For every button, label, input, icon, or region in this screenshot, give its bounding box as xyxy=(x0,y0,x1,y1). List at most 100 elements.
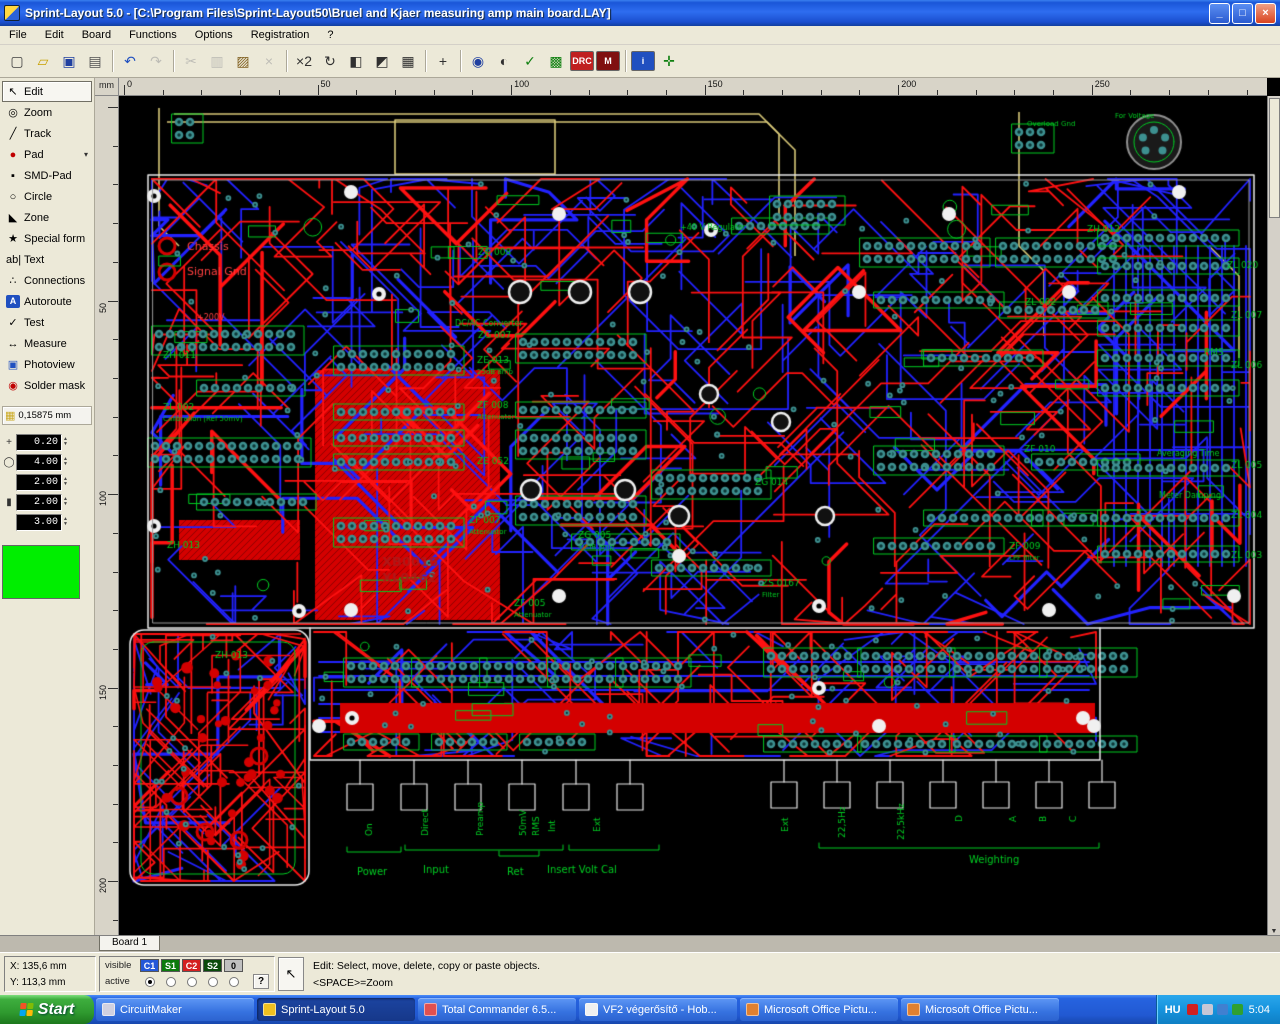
copy-icon[interactable]: ▥ xyxy=(205,49,229,73)
param-3-spinner[interactable]: ▲ ▼ xyxy=(63,497,68,507)
tool-text[interactable]: ab| Text xyxy=(2,249,92,270)
tool-connections[interactable]: ∴ Connections xyxy=(2,270,92,291)
layer-help-button[interactable]: ? xyxy=(253,974,269,989)
tool-special-form[interactable]: ★ Special form xyxy=(2,228,92,249)
taskbar-clock[interactable]: 5:04 xyxy=(1249,1004,1270,1016)
menu-registration[interactable]: Registration xyxy=(242,26,319,45)
mirror-horizontal-icon[interactable]: ◧ xyxy=(344,49,368,73)
update-icon[interactable] xyxy=(1231,1004,1243,1015)
connections-icon[interactable]: ✛ xyxy=(657,49,681,73)
param-0-value[interactable]: 0.20 xyxy=(16,433,62,451)
close-button[interactable]: × xyxy=(1255,2,1276,24)
pad-type-dropdown-icon[interactable]: ▾ xyxy=(84,150,88,159)
tool-zoom[interactable]: ◎ Zoom xyxy=(2,102,92,123)
tool-test[interactable]: ✓ Test xyxy=(2,312,92,333)
layer-active-radio[interactable] xyxy=(186,976,197,987)
board-tab[interactable]: Board 1 xyxy=(99,936,161,951)
redo-icon[interactable]: ↷ xyxy=(144,49,168,73)
tool-track[interactable]: ╱ Track xyxy=(2,123,92,144)
layer-visible-0[interactable]: 0 xyxy=(224,959,243,972)
print-icon[interactable]: ▤ xyxy=(83,49,107,73)
undo-icon[interactable]: ↶ xyxy=(118,49,142,73)
param-1-value[interactable]: 4.00 xyxy=(16,453,62,471)
zoom-icon[interactable]: ◉ xyxy=(466,49,490,73)
save-icon[interactable]: ▣ xyxy=(57,49,81,73)
open-folder-icon[interactable]: ▱ xyxy=(31,49,55,73)
pcb-canvas[interactable] xyxy=(119,96,1267,935)
param-1-spinner[interactable]: ▲ ▼ xyxy=(63,457,68,467)
scale-x2-icon[interactable]: ×2 xyxy=(292,49,316,73)
layer-active-C2[interactable] xyxy=(182,976,201,987)
drc-icon[interactable]: DRC xyxy=(570,51,594,71)
mirror-vertical-icon[interactable]: ◩ xyxy=(370,49,394,73)
taskbar-item[interactable]: Microsoft Office Pictu... xyxy=(901,998,1059,1021)
network-icon[interactable] xyxy=(1216,1004,1228,1015)
system-tray: HU 5:04 xyxy=(1155,995,1280,1024)
taskbar-item-icon xyxy=(424,1003,437,1016)
tool-zone[interactable]: ◣ Zone xyxy=(2,207,92,228)
test-check-icon[interactable]: ✓ xyxy=(518,49,542,73)
menu-file[interactable]: File xyxy=(0,26,36,45)
layer-visible-C1[interactable]: C1 xyxy=(140,959,159,972)
layer-active-S1[interactable] xyxy=(161,976,180,987)
layer-active-radio[interactable] xyxy=(165,976,176,987)
selection-mode-icon[interactable]: + xyxy=(431,49,455,73)
tool-photoview[interactable]: ▣ Photoview xyxy=(2,354,92,375)
layer-active-radio[interactable] xyxy=(207,976,218,987)
layer-active-0[interactable] xyxy=(224,976,243,987)
rotate-icon[interactable]: ↻ xyxy=(318,49,342,73)
layer-visible-S2[interactable]: S2 xyxy=(203,959,222,972)
param-2-spinner[interactable]: ▲ ▼ xyxy=(63,477,68,487)
vertical-scrollbar[interactable]: ▼ xyxy=(1267,96,1280,935)
layer-visible-C2[interactable]: C2 xyxy=(182,959,201,972)
new-document-icon[interactable]: ▢ xyxy=(5,49,29,73)
tool-circle[interactable]: ○ Circle xyxy=(2,186,92,207)
start-button[interactable]: Start xyxy=(0,995,94,1024)
info-icon[interactable]: i xyxy=(631,51,655,71)
taskbar-item[interactable]: Sprint-Layout 5.0 xyxy=(257,998,415,1021)
tool-measure[interactable]: ↔ Measure xyxy=(2,333,92,354)
color-swatch[interactable] xyxy=(2,545,80,599)
layer-active-C1[interactable] xyxy=(140,976,159,987)
ruler-v-label: 200 xyxy=(98,878,108,894)
param-0-spinner[interactable]: ▲ ▼ xyxy=(63,437,68,447)
layer-active-radio[interactable] xyxy=(228,976,239,987)
grid-setting-button[interactable]: ▦ 0,15875 mm xyxy=(2,406,92,425)
language-indicator[interactable]: HU xyxy=(1165,1004,1181,1016)
tool-edit[interactable]: ↖ Edit xyxy=(2,81,92,102)
layer-active-radio[interactable] xyxy=(144,976,155,987)
minimize-button[interactable]: _ xyxy=(1209,2,1230,24)
taskbar-item[interactable]: CircuitMaker xyxy=(96,998,254,1021)
restore-button[interactable]: □ xyxy=(1232,2,1253,24)
taskbar-item[interactable]: VF2 végerősítő - Hob... xyxy=(579,998,737,1021)
antivirus-icon[interactable] xyxy=(1186,1004,1198,1015)
param-2-value[interactable]: 2.00 xyxy=(16,473,62,491)
paste-icon[interactable]: ▨ xyxy=(231,49,255,73)
photoview-icon[interactable]: ▩ xyxy=(544,49,568,73)
menu-edit[interactable]: Edit xyxy=(36,26,73,45)
menu-board[interactable]: Board xyxy=(73,26,120,45)
menu-options[interactable]: Options xyxy=(186,26,242,45)
taskbar-item[interactable]: Total Commander 6.5... xyxy=(418,998,576,1021)
param-4-spinner[interactable]: ▲ ▼ xyxy=(63,517,68,527)
macro-icon[interactable]: M xyxy=(596,51,620,71)
layer-visible-S1[interactable]: S1 xyxy=(161,959,180,972)
tool-smd-pad[interactable]: ▪ SMD-Pad xyxy=(2,165,92,186)
menu-help[interactable]: ? xyxy=(318,26,342,45)
param-4-value[interactable]: 3.00 xyxy=(16,513,62,531)
delete-icon[interactable]: × xyxy=(257,49,281,73)
param-3-value[interactable]: 2.00 xyxy=(16,493,62,511)
tool-autoroute[interactable]: A Autoroute xyxy=(2,291,92,312)
scrollbar-thumb[interactable] xyxy=(1268,98,1280,218)
cut-icon[interactable]: ✂ xyxy=(179,49,203,73)
tool-pad[interactable]: ● Pad ▾ xyxy=(2,144,92,165)
tool-solder-mask[interactable]: ◉ Solder mask xyxy=(2,375,92,396)
title-bar[interactable]: Sprint-Layout 5.0 - [C:\Program Files\Sp… xyxy=(0,0,1280,26)
menu-functions[interactable]: Functions xyxy=(120,26,186,45)
invert-display-icon[interactable]: ◐ xyxy=(492,49,516,73)
taskbar-item[interactable]: Microsoft Office Pictu... xyxy=(740,998,898,1021)
align-grid-icon[interactable]: ▦ xyxy=(396,49,420,73)
volume-icon[interactable] xyxy=(1201,1004,1213,1015)
scroll-down-icon[interactable]: ▼ xyxy=(1271,928,1278,935)
layer-active-S2[interactable] xyxy=(203,976,222,987)
